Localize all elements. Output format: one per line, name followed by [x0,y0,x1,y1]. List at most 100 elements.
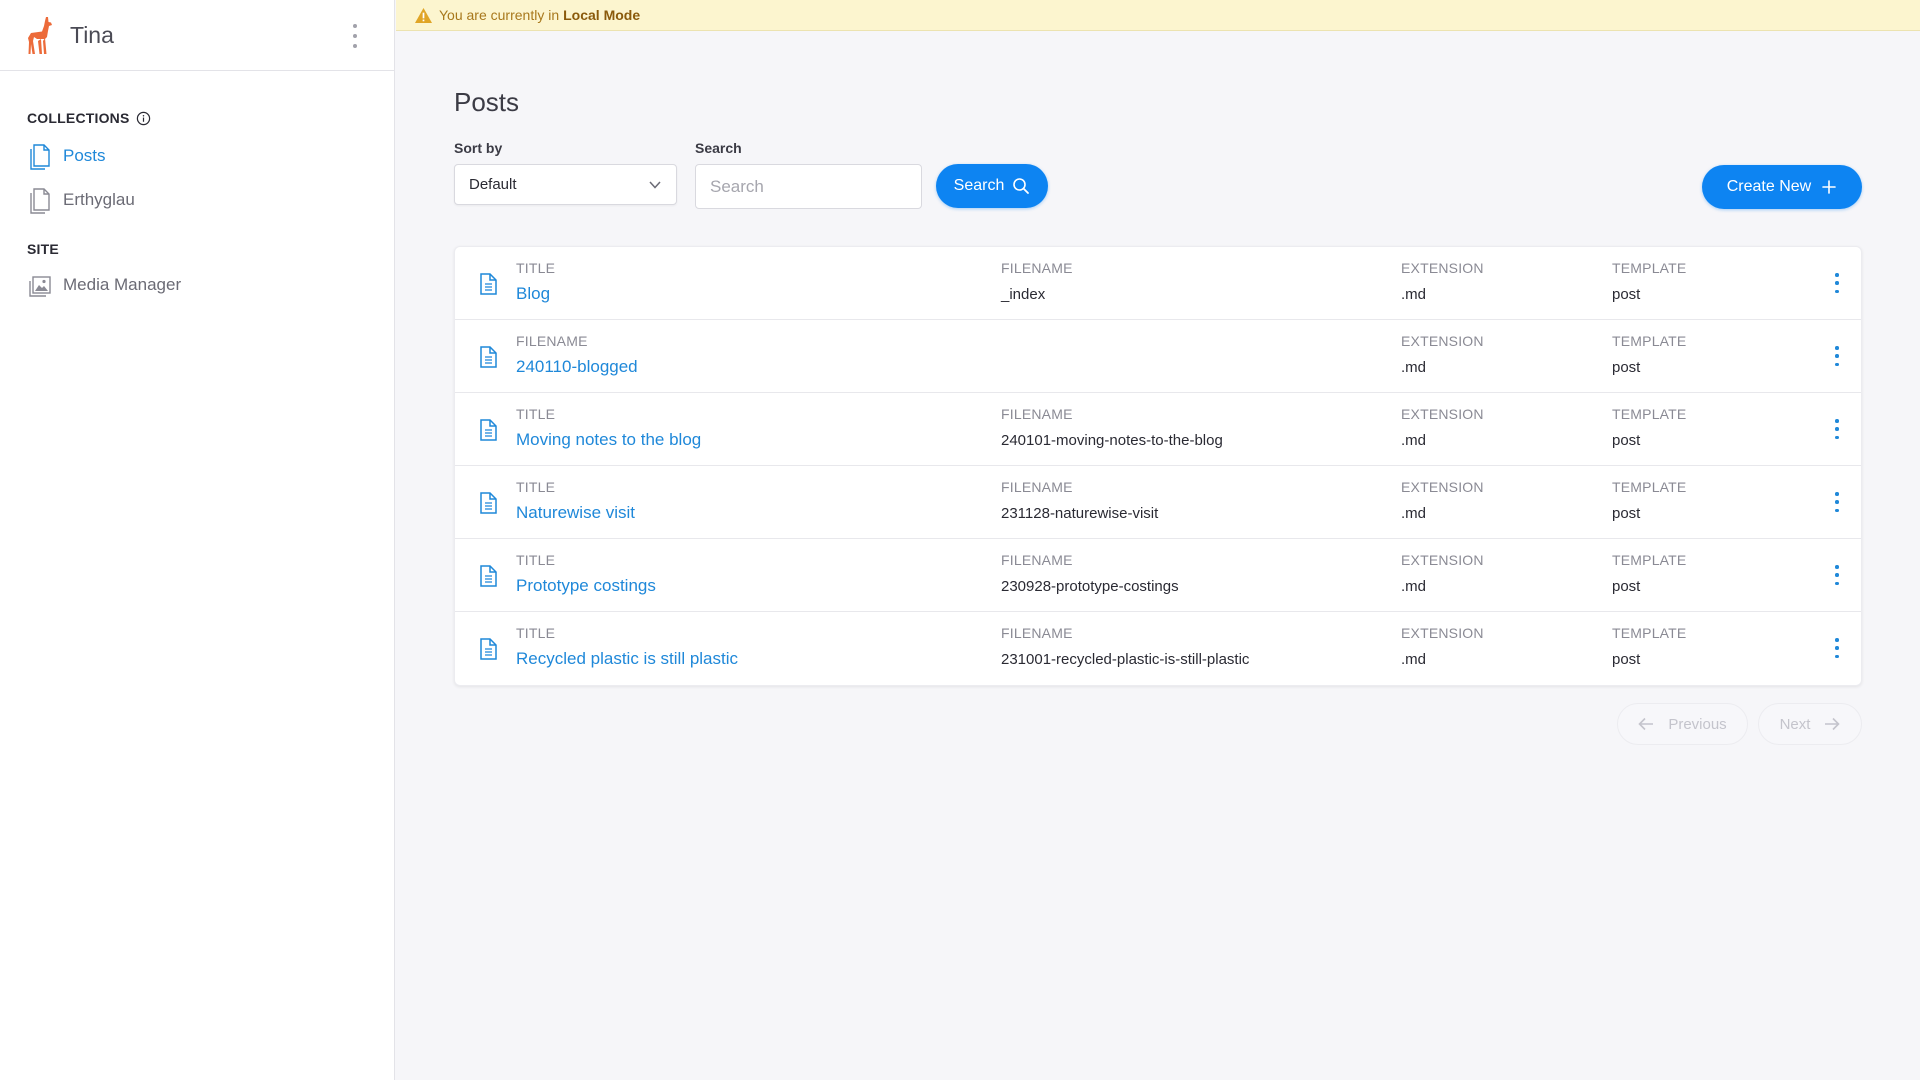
column-label: FILENAME [1001,625,1073,641]
column-label: EXTENSION [1401,260,1484,276]
main-content: Posts Sort by Search Default Search Crea… [454,31,1862,747]
cell-value: .md [1401,359,1427,376]
arrow-left-icon [1638,717,1654,731]
column-label: FILENAME [1001,552,1073,568]
collections-title: COLLECTIONS [27,110,130,126]
document-icon [30,188,50,214]
cell-value: 230928-prototype-costings [1001,578,1179,595]
row-menu-icon[interactable] [1833,492,1841,512]
page-title: Posts [454,87,520,117]
column-label: FILENAME [516,333,588,349]
cell-value: .md [1401,651,1427,668]
site-title: SITE [27,241,59,257]
cell-value: 240101-moving-notes-to-the-blog [1001,432,1223,449]
document-link[interactable]: Moving notes to the blog [516,430,701,450]
row-menu-icon[interactable] [1833,273,1841,293]
arrow-right-icon [1825,717,1841,731]
document-icon [480,346,497,368]
search-button-label: Search [953,177,1005,194]
cell-template: TEMPLATE post [1612,406,1686,449]
cell-value: .md [1401,505,1427,522]
sidebar-item-erthyglau[interactable]: Erthyglau [27,186,394,214]
cell-template: TEMPLATE post [1612,552,1686,595]
column-label: TITLE [516,260,556,276]
column-label: TEMPLATE [1612,625,1687,641]
cell-primary: TITLE Naturewise visit [516,479,635,523]
pagination: Previous Next [454,703,1862,747]
cell-extension: EXTENSION .md [1401,625,1484,668]
column-label: TITLE [516,625,556,641]
warning-icon [415,7,432,23]
sort-label: Sort by [454,140,503,156]
column-label: FILENAME [1001,260,1073,276]
table-row: TITLE Prototype costings FILENAME 230928-p… [455,539,1861,612]
column-label: EXTENSION [1401,406,1484,422]
llama-logo-icon [28,17,52,54]
previous-label: Previous [1668,715,1727,733]
sidebar-item-posts[interactable]: Posts [27,142,394,170]
search-button[interactable]: Search [936,164,1048,208]
cell-value: 231128-naturewise-visit [1001,505,1159,522]
column-label: EXTENSION [1401,625,1484,641]
document-icon [480,492,497,514]
column-label: TEMPLATE [1612,552,1687,568]
documents-table: TITLE Blog FILENAME _index EXTENSION .md TE… [454,246,1862,686]
cell-extension: EXTENSION .md [1401,552,1484,595]
cell-value: post [1612,578,1641,595]
cell-value: .md [1401,286,1427,303]
column-label: TITLE [516,552,556,568]
sidebar-menu-icon[interactable] [350,24,360,48]
cell-value: post [1612,651,1641,668]
cell-value: post [1612,286,1641,303]
info-icon[interactable] [136,111,151,126]
sidebar-item-media-manager[interactable]: Media Manager [27,271,394,299]
cell-template: TEMPLATE post [1612,260,1686,303]
document-link[interactable]: Blog [516,284,555,304]
document-icon [480,565,497,587]
cell-value: post [1612,505,1641,522]
search-icon [1013,178,1030,194]
column-label: TEMPLATE [1612,333,1687,349]
sort-select[interactable]: Default [454,164,677,205]
document-link[interactable]: Naturewise visit [516,503,635,523]
column-label: EXTENSION [1401,479,1484,495]
cell-value: .md [1401,578,1427,595]
previous-button[interactable]: Previous [1617,703,1748,745]
row-menu-icon[interactable] [1833,346,1841,366]
sidebar: Tina COLLECTIONS Posts Erthyglau SITE Me… [0,0,395,1080]
row-menu-icon[interactable] [1833,565,1841,585]
search-input[interactable] [695,164,922,209]
cell-primary: TITLE Prototype costings [516,552,656,596]
row-menu-icon[interactable] [1833,419,1841,439]
document-link[interactable]: Prototype costings [516,576,656,596]
sidebar-header: Tina [0,0,394,71]
banner-text: You are currently in [439,7,560,23]
sort-value: Default [469,176,517,193]
column-label: TITLE [516,479,556,495]
document-icon [480,419,497,441]
cell-filename: FILENAME 231001-recycled-plastic-is-still… [1001,625,1249,668]
table-row: TITLE Recycled plastic is still plastic F… [455,612,1861,685]
chevron-down-icon [649,181,661,189]
cell-filename: FILENAME 240101-moving-notes-to-the-blog [1001,406,1223,449]
sidebar-item-label: Media Manager [63,275,182,294]
document-link[interactable]: Recycled plastic is still plastic [516,649,738,669]
row-menu-icon[interactable] [1833,638,1841,658]
next-button[interactable]: Next [1758,703,1862,745]
table-row: FILENAME 240110-blogged EXTENSION .md TEMP… [455,320,1861,393]
cell-filename: FILENAME _index [1001,260,1073,303]
document-icon [480,638,497,660]
search-label: Search [695,140,742,156]
next-label: Next [1779,715,1811,733]
document-icon [480,273,497,295]
cell-extension: EXTENSION .md [1401,406,1484,449]
cell-extension: EXTENSION .md [1401,260,1484,303]
column-label: TITLE [516,406,556,422]
cell-template: TEMPLATE post [1612,333,1686,376]
create-new-button[interactable]: Create New [1702,165,1862,209]
document-link[interactable]: 240110-blogged [516,357,638,377]
column-label: TEMPLATE [1612,406,1687,422]
table-row: TITLE Naturewise visit FILENAME 231128-nat… [455,466,1861,539]
sidebar-item-label: Posts [63,146,106,165]
cell-filename: FILENAME 231128-naturewise-visit [1001,479,1158,522]
